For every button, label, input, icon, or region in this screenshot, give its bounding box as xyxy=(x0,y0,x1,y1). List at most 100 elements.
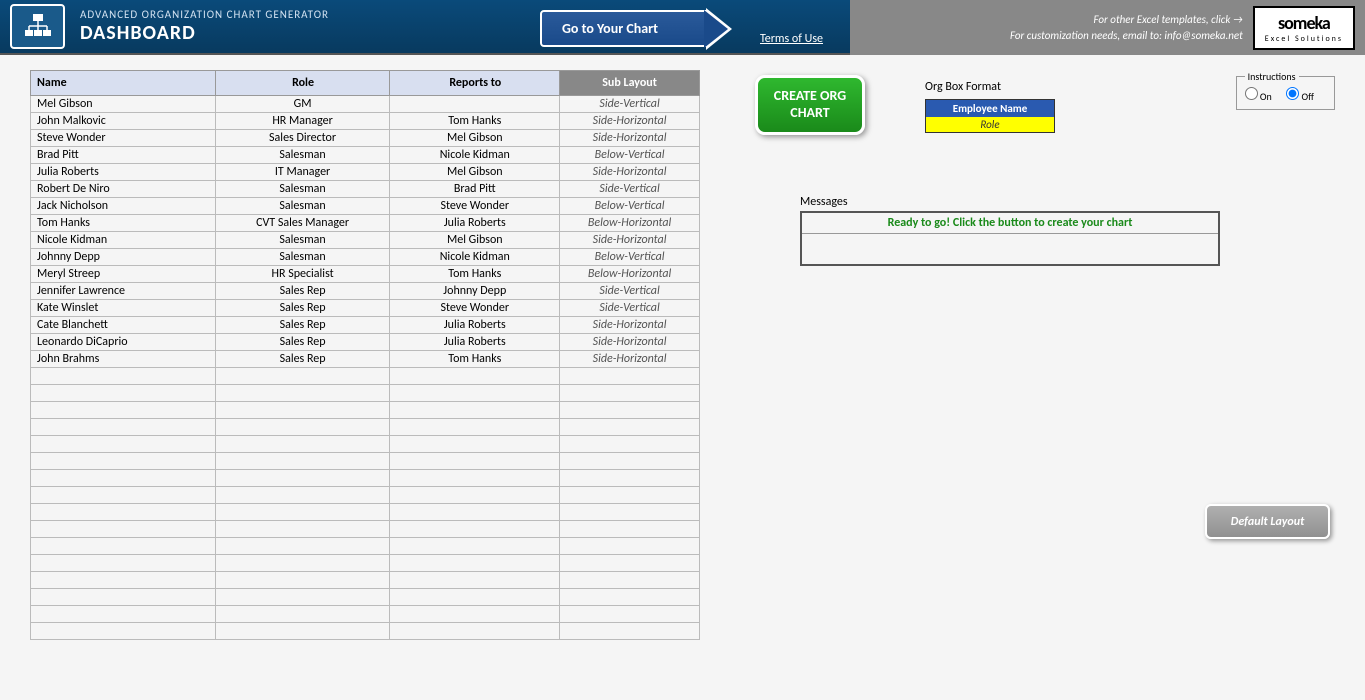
cell-reports[interactable]: Tom Hanks xyxy=(390,351,560,368)
cell-reports[interactable]: Tom Hanks xyxy=(390,113,560,130)
cell-name[interactable]: John Brahms xyxy=(31,351,216,368)
table-row[interactable]: Robert De NiroSalesmanBrad PittSide-Vert… xyxy=(31,181,700,198)
table-row-empty[interactable] xyxy=(31,521,700,538)
table-row[interactable]: John BrahmsSales RepTom HanksSide-Horizo… xyxy=(31,351,700,368)
instructions-off-radio[interactable] xyxy=(1286,87,1299,100)
table-row[interactable]: Brad PittSalesmanNicole KidmanBelow-Vert… xyxy=(31,147,700,164)
default-layout-button[interactable]: Default Layout xyxy=(1205,504,1330,539)
cell-name[interactable]: Jennifer Lawrence xyxy=(31,283,216,300)
cell-layout[interactable]: Side-Horizontal xyxy=(560,130,700,147)
cell-reports[interactable]: Steve Wonder xyxy=(390,198,560,215)
table-row-empty[interactable] xyxy=(31,419,700,436)
cell-reports[interactable]: Julia Roberts xyxy=(390,334,560,351)
table-row-empty[interactable] xyxy=(31,538,700,555)
table-row[interactable]: Tom HanksCVT Sales ManagerJulia RobertsB… xyxy=(31,215,700,232)
table-row-empty[interactable] xyxy=(31,385,700,402)
table-row-empty[interactable] xyxy=(31,589,700,606)
employee-table[interactable]: Name Role Reports to Sub Layout Mel Gibs… xyxy=(30,70,700,640)
cell-name[interactable]: Steve Wonder xyxy=(31,130,216,147)
cell-name[interactable]: Jack Nicholson xyxy=(31,198,216,215)
cell-reports[interactable]: Mel Gibson xyxy=(390,130,560,147)
instructions-off-option[interactable]: Off xyxy=(1286,90,1314,103)
table-row-empty[interactable] xyxy=(31,606,700,623)
terms-link[interactable]: Terms of Use xyxy=(760,32,823,46)
cell-name[interactable]: John Malkovic xyxy=(31,113,216,130)
cell-name[interactable]: Leonardo DiCaprio xyxy=(31,334,216,351)
cell-name[interactable]: Brad Pitt xyxy=(31,147,216,164)
table-row[interactable]: Jack NicholsonSalesmanSteve WonderBelow-… xyxy=(31,198,700,215)
cell-layout[interactable]: Side-Horizontal xyxy=(560,351,700,368)
cell-layout[interactable]: Below-Vertical xyxy=(560,249,700,266)
cell-layout[interactable]: Below-Vertical xyxy=(560,198,700,215)
cell-role[interactable]: Sales Director xyxy=(215,130,390,147)
table-row[interactable]: Jennifer LawrenceSales RepJohnny DeppSid… xyxy=(31,283,700,300)
cell-role[interactable]: IT Manager xyxy=(215,164,390,181)
table-row-empty[interactable] xyxy=(31,487,700,504)
cell-layout[interactable]: Below-Horizontal xyxy=(560,266,700,283)
table-row[interactable]: Kate WinsletSales RepSteve WonderSide-Ve… xyxy=(31,300,700,317)
cell-reports[interactable]: Steve Wonder xyxy=(390,300,560,317)
cell-reports[interactable]: Julia Roberts xyxy=(390,317,560,334)
table-row[interactable]: Leonardo DiCaprioSales RepJulia RobertsS… xyxy=(31,334,700,351)
cell-layout[interactable]: Below-Horizontal xyxy=(560,215,700,232)
header-layout[interactable]: Sub Layout xyxy=(560,71,700,96)
cell-reports[interactable]: Nicole Kidman xyxy=(390,249,560,266)
cell-reports[interactable] xyxy=(390,96,560,113)
cell-layout[interactable]: Side-Horizontal xyxy=(560,317,700,334)
table-row-empty[interactable] xyxy=(31,402,700,419)
table-row-empty[interactable] xyxy=(31,436,700,453)
cell-reports[interactable]: Tom Hanks xyxy=(390,266,560,283)
cell-reports[interactable]: Mel Gibson xyxy=(390,232,560,249)
cell-role[interactable]: Sales Rep xyxy=(215,300,390,317)
table-row[interactable]: Julia RobertsIT ManagerMel GibsonSide-Ho… xyxy=(31,164,700,181)
cell-name[interactable]: Cate Blanchett xyxy=(31,317,216,334)
cell-reports[interactable]: Mel Gibson xyxy=(390,164,560,181)
table-row[interactable]: Steve WonderSales DirectorMel GibsonSide… xyxy=(31,130,700,147)
cell-role[interactable]: Salesman xyxy=(215,232,390,249)
table-row[interactable]: Johnny DeppSalesmanNicole KidmanBelow-Ve… xyxy=(31,249,700,266)
cell-role[interactable]: GM xyxy=(215,96,390,113)
cell-role[interactable]: HR Specialist xyxy=(215,266,390,283)
header-name[interactable]: Name xyxy=(31,71,216,96)
cell-reports[interactable]: Nicole Kidman xyxy=(390,147,560,164)
cell-layout[interactable]: Side-Vertical xyxy=(560,181,700,198)
templates-link[interactable]: For other Excel templates, click → xyxy=(860,12,1243,27)
cell-layout[interactable]: Below-Vertical xyxy=(560,147,700,164)
cell-layout[interactable]: Side-Vertical xyxy=(560,300,700,317)
cell-reports[interactable]: Brad Pitt xyxy=(390,181,560,198)
cell-name[interactable]: Robert De Niro xyxy=(31,181,216,198)
cell-role[interactable]: HR Manager xyxy=(215,113,390,130)
table-row-empty[interactable] xyxy=(31,368,700,385)
instructions-on-option[interactable]: On xyxy=(1245,90,1272,103)
cell-layout[interactable]: Side-Horizontal xyxy=(560,164,700,181)
cell-role[interactable]: Salesman xyxy=(215,181,390,198)
cell-reports[interactable]: Johnny Depp xyxy=(390,283,560,300)
table-row-empty[interactable] xyxy=(31,504,700,521)
cell-role[interactable]: Salesman xyxy=(215,249,390,266)
cell-role[interactable]: Sales Rep xyxy=(215,351,390,368)
table-row-empty[interactable] xyxy=(31,453,700,470)
cell-role[interactable]: CVT Sales Manager xyxy=(215,215,390,232)
table-row-empty[interactable] xyxy=(31,470,700,487)
cell-layout[interactable]: Side-Horizontal xyxy=(560,334,700,351)
cell-role[interactable]: Sales Rep xyxy=(215,334,390,351)
cell-name[interactable]: Kate Winslet xyxy=(31,300,216,317)
cell-role[interactable]: Sales Rep xyxy=(215,317,390,334)
create-org-chart-button[interactable]: CREATE ORG CHART xyxy=(755,75,865,135)
goto-chart-button[interactable]: Go to Your Chart xyxy=(540,10,710,47)
cell-layout[interactable]: Side-Vertical xyxy=(560,283,700,300)
cell-name[interactable]: Nicole Kidman xyxy=(31,232,216,249)
instructions-on-radio[interactable] xyxy=(1245,87,1258,100)
table-row-empty[interactable] xyxy=(31,623,700,640)
cell-role[interactable]: Salesman xyxy=(215,147,390,164)
table-row-empty[interactable] xyxy=(31,572,700,589)
table-row[interactable]: John MalkovicHR ManagerTom HanksSide-Hor… xyxy=(31,113,700,130)
cell-layout[interactable]: Side-Horizontal xyxy=(560,232,700,249)
table-row[interactable]: Mel GibsonGMSide-Vertical xyxy=(31,96,700,113)
cell-name[interactable]: Julia Roberts xyxy=(31,164,216,181)
table-row[interactable]: Cate BlanchettSales RepJulia RobertsSide… xyxy=(31,317,700,334)
header-reports[interactable]: Reports to xyxy=(390,71,560,96)
cell-layout[interactable]: Side-Vertical xyxy=(560,96,700,113)
cell-name[interactable]: Meryl Streep xyxy=(31,266,216,283)
cell-role[interactable]: Sales Rep xyxy=(215,283,390,300)
